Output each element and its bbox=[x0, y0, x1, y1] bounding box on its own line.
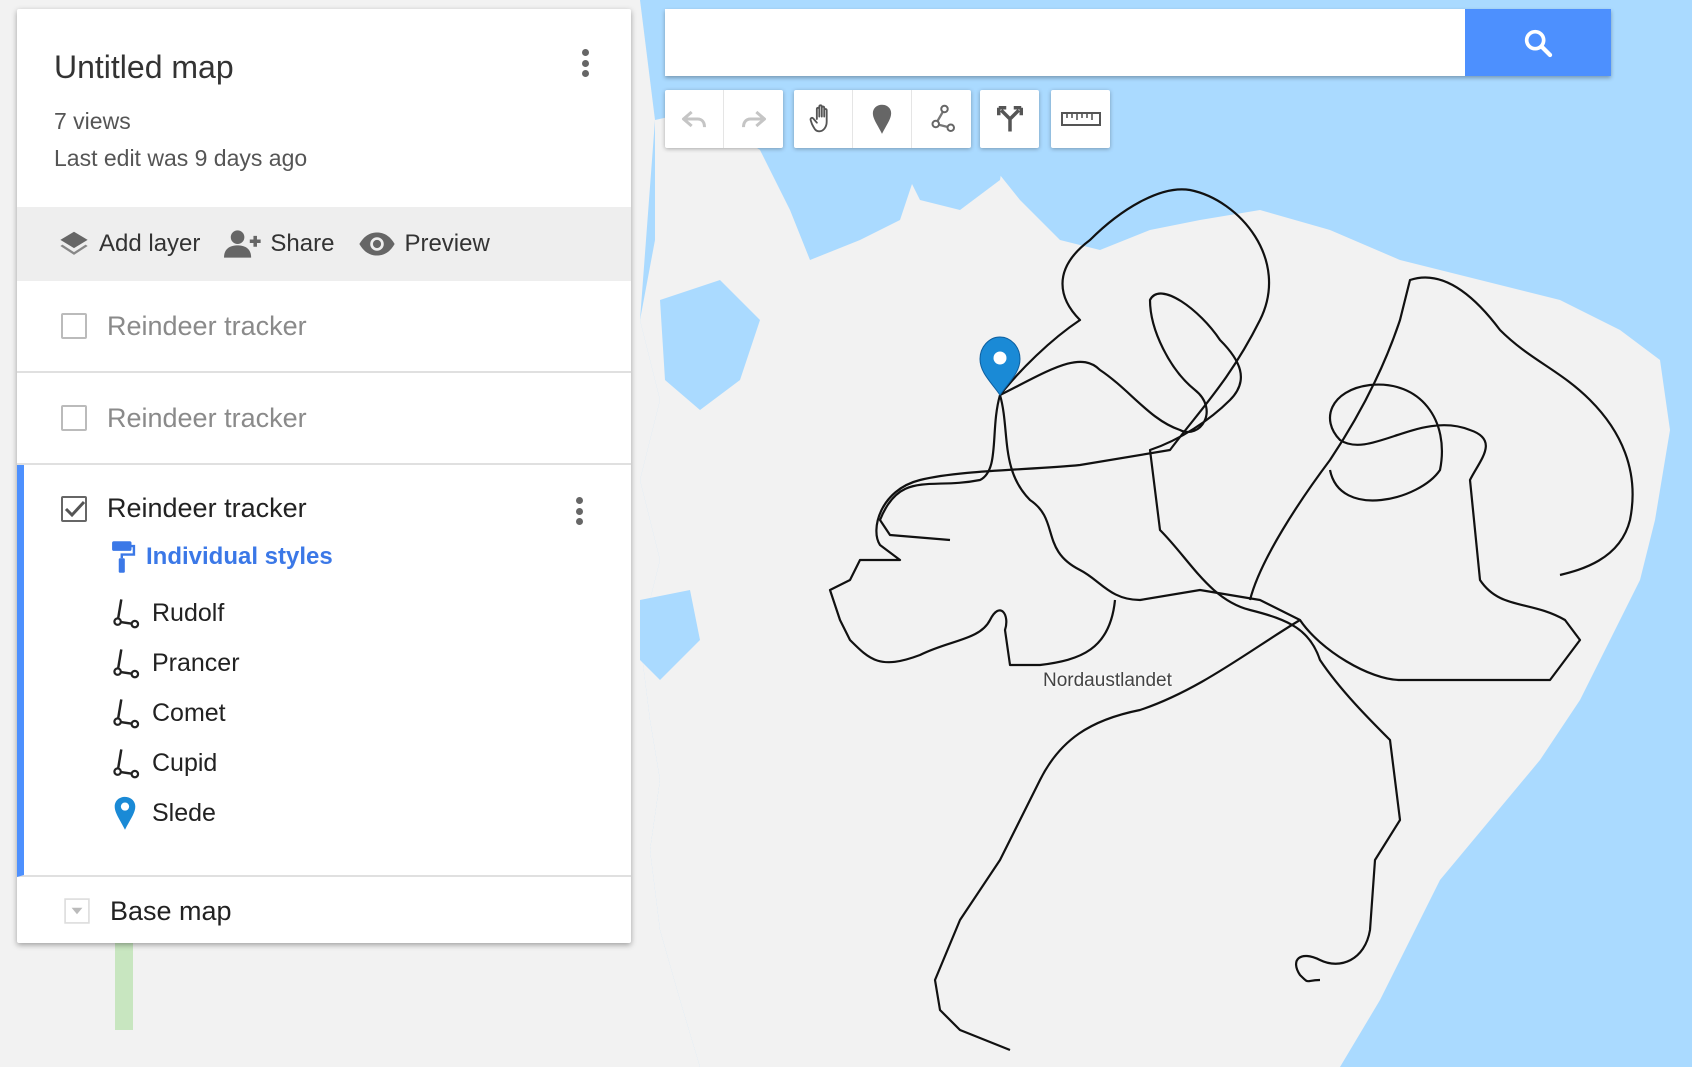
measure-button[interactable] bbox=[1051, 90, 1110, 148]
line-icon bbox=[113, 599, 140, 629]
line-icon bbox=[113, 749, 140, 779]
undo-icon bbox=[681, 110, 707, 128]
list-item-cupid[interactable]: Cupid bbox=[110, 738, 631, 788]
directions-toolgroup bbox=[980, 90, 1039, 148]
layer-items-list: Rudolf Prancer Comet Cupid Slede bbox=[110, 588, 631, 838]
item-label: Rudolf bbox=[152, 598, 225, 627]
search-bar bbox=[665, 9, 1611, 76]
draw-line-button[interactable] bbox=[912, 90, 971, 148]
marker-icon bbox=[872, 104, 892, 134]
base-map-row[interactable]: Base map bbox=[17, 877, 631, 943]
item-label: Comet bbox=[152, 698, 226, 727]
item-label: Cupid bbox=[152, 748, 218, 777]
search-input[interactable] bbox=[665, 9, 1465, 76]
list-item-rudolf[interactable]: Rudolf bbox=[110, 588, 631, 638]
layer-options-menu-icon[interactable] bbox=[567, 491, 591, 531]
line-icon bbox=[113, 699, 140, 729]
line-icon bbox=[113, 649, 140, 679]
eye-icon bbox=[359, 232, 396, 256]
search-button[interactable] bbox=[1465, 9, 1611, 76]
marker-icon bbox=[114, 796, 136, 830]
layer-name[interactable]: Reindeer tracker bbox=[107, 493, 307, 524]
park-strip bbox=[115, 940, 133, 1030]
map-view-count: 7 views bbox=[54, 108, 131, 134]
add-layer-button[interactable]: Add layer bbox=[57, 229, 200, 259]
base-map-label: Base map bbox=[110, 895, 232, 926]
item-label: Prancer bbox=[152, 648, 240, 677]
list-item-comet[interactable]: Comet bbox=[110, 688, 631, 738]
layer-row[interactable]: Reindeer tracker bbox=[17, 281, 631, 373]
list-item-slede[interactable]: Slede bbox=[110, 788, 631, 838]
layer-row[interactable]: Reindeer tracker bbox=[17, 373, 631, 465]
layer-visibility-checkbox[interactable] bbox=[61, 405, 87, 431]
active-layer: Reindeer tracker Individual styles Rudol… bbox=[17, 465, 631, 877]
active-layer-header: Reindeer tracker bbox=[24, 465, 631, 524]
individual-styles-link[interactable]: Individual styles bbox=[110, 540, 631, 574]
undo-button[interactable] bbox=[665, 90, 724, 148]
draw-toolgroup bbox=[794, 90, 971, 148]
layer-name[interactable]: Reindeer tracker bbox=[107, 403, 307, 434]
chevron-down-icon bbox=[64, 898, 90, 924]
map-header: Untitled map 7 views Last edit was 9 day… bbox=[17, 9, 631, 207]
redo-icon bbox=[741, 110, 766, 128]
preview-button[interactable]: Preview bbox=[358, 230, 490, 258]
layers-icon bbox=[60, 231, 88, 255]
checkmark-icon bbox=[64, 500, 86, 517]
place-label-nordaustlandet: Nordaustlandet bbox=[1043, 670, 1172, 691]
layer-name[interactable]: Reindeer tracker bbox=[107, 311, 307, 342]
individual-styles-label: Individual styles bbox=[146, 543, 333, 570]
add-marker-button[interactable] bbox=[853, 90, 912, 148]
draw-line-icon bbox=[931, 104, 955, 132]
redo-button[interactable] bbox=[724, 90, 783, 148]
preview-label: Preview bbox=[404, 230, 490, 257]
item-label: Slede bbox=[152, 798, 216, 827]
share-label: Share bbox=[270, 230, 335, 257]
share-button[interactable]: Share bbox=[224, 229, 334, 259]
history-toolgroup bbox=[665, 90, 783, 148]
ruler-icon bbox=[1060, 112, 1101, 126]
list-item-prancer[interactable]: Prancer bbox=[110, 638, 631, 688]
directions-icon bbox=[996, 106, 1023, 132]
paint-roller-icon bbox=[112, 541, 136, 573]
directions-button[interactable] bbox=[980, 90, 1039, 148]
map-title[interactable]: Untitled map bbox=[54, 49, 631, 86]
map-options-menu-icon[interactable] bbox=[573, 43, 597, 83]
hand-icon bbox=[809, 104, 828, 133]
map-legend-panel: Untitled map 7 views Last edit was 9 day… bbox=[17, 9, 631, 943]
add-layer-label: Add layer bbox=[99, 230, 201, 257]
add-person-icon bbox=[224, 230, 262, 258]
layer-visibility-checkbox[interactable] bbox=[61, 313, 87, 339]
pan-tool-button[interactable] bbox=[794, 90, 853, 148]
map-actions-bar: Add layer Share Preview bbox=[17, 207, 631, 281]
layer-visibility-checkbox[interactable] bbox=[61, 495, 87, 522]
map-last-edit: Last edit was 9 days ago bbox=[54, 145, 308, 171]
measure-toolgroup bbox=[1051, 90, 1110, 148]
search-icon bbox=[1524, 29, 1553, 57]
